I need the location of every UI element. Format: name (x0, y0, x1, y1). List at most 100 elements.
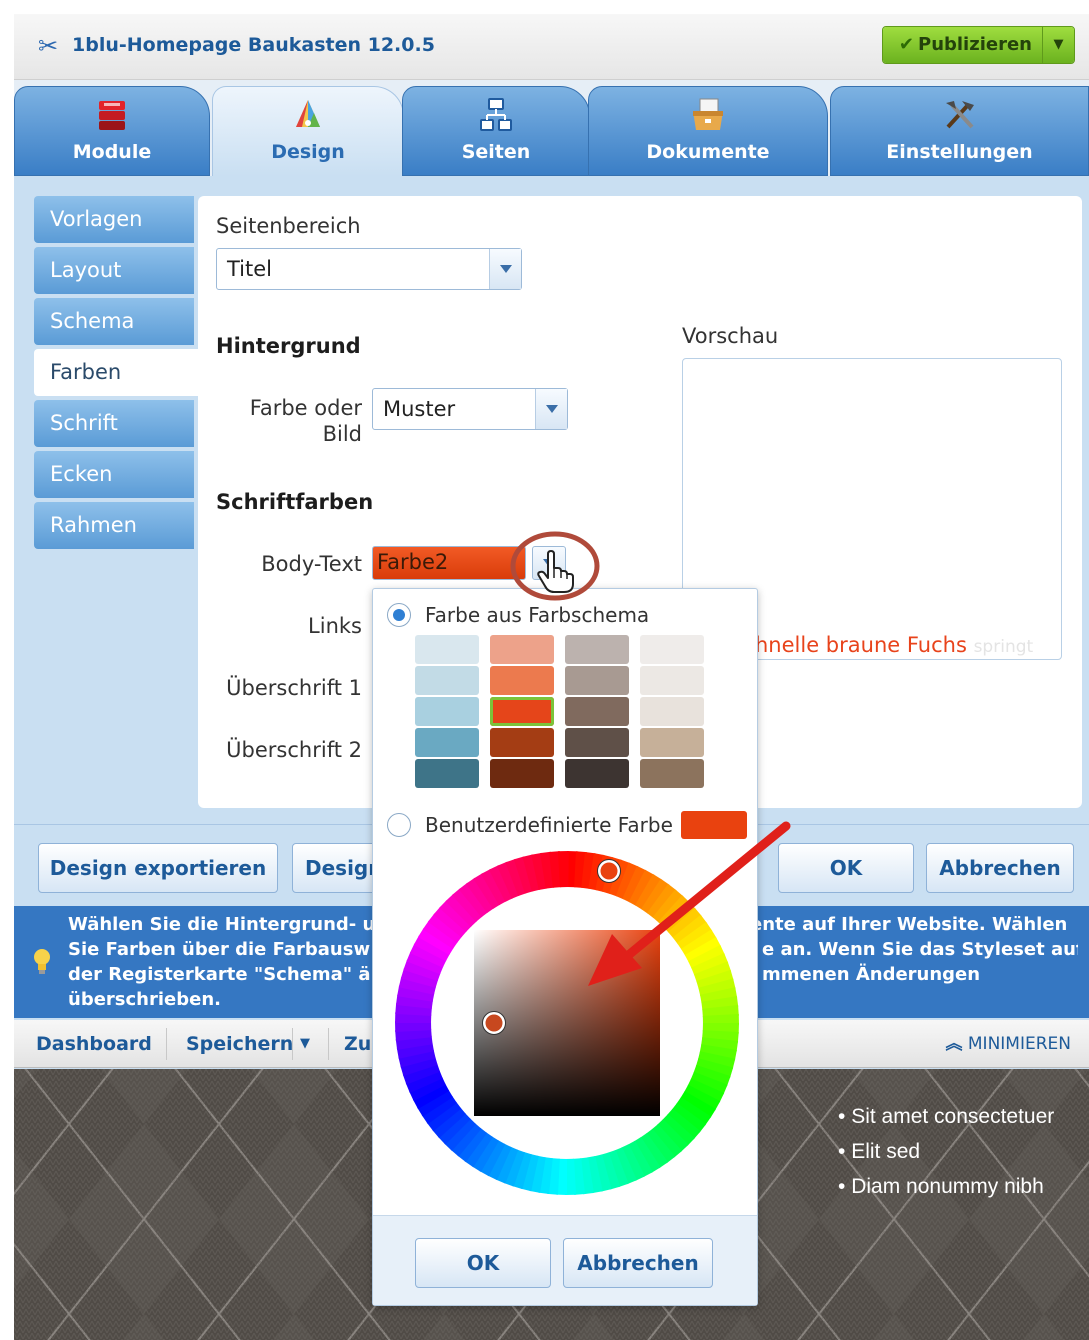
body-text-label: Body-Text (261, 552, 362, 576)
main-tab-bar: Module Design Seiten Dokumente Einstellu… (14, 80, 1089, 176)
design-export-button[interactable]: Design exportieren (38, 843, 278, 893)
preview-text-faded: springt (973, 637, 1034, 657)
sidenav-item-ecken[interactable]: Ecken (34, 451, 194, 498)
modules-icon (99, 101, 125, 130)
seitenbereich-value: Titel (227, 257, 273, 281)
zurueck-button[interactable]: Zu (344, 1020, 371, 1068)
box-icon (693, 98, 723, 130)
color-swatch[interactable] (415, 666, 479, 695)
website-bullet-list: • Sit amet consectetuer • Elit sed • Dia… (838, 1099, 1054, 1204)
hint-line2-right: e an. Wenn Sie das Styleset auf (762, 939, 1078, 960)
scheme-color-label: Farbe aus Farbschema (425, 603, 650, 627)
ueberschrift2-label: Überschrift 2 (226, 738, 362, 762)
bullet-text: Elit sed (851, 1140, 921, 1163)
preview-text-main: hnelle braune Fuchs (755, 633, 967, 657)
publish-button[interactable]: ✔ Publizieren (882, 27, 1042, 63)
list-item: • Sit amet consectetuer (838, 1105, 1055, 1128)
body-text-color-field[interactable]: Farbe2 (372, 546, 526, 580)
tab-module[interactable]: Module (14, 86, 210, 176)
publish-button-group: ✔ Publizieren ▼ (881, 26, 1075, 64)
publish-dropdown-button[interactable]: ▼ (1042, 27, 1074, 63)
hue-segment[interactable] (558, 851, 569, 888)
custom-color-swatch[interactable] (681, 811, 747, 839)
color-swatch[interactable] (565, 728, 629, 757)
farbe-oder-label: Farbe oder (249, 396, 362, 420)
bild-label: Bild (322, 422, 362, 446)
check-icon: ✔ (898, 34, 914, 55)
color-swatch[interactable] (640, 728, 704, 757)
picker-cancel-button[interactable]: Abbrechen (563, 1238, 713, 1288)
app-title: 1blu-Homepage Baukasten 12.0.5 (72, 34, 435, 56)
hue-handle[interactable] (597, 859, 621, 883)
color-swatch[interactable] (640, 697, 704, 726)
minimize-button[interactable]: ︽ MINIMIEREN (945, 1020, 1071, 1068)
separator (328, 1028, 329, 1060)
seitenbereich-select[interactable]: Titel (216, 248, 522, 290)
tab-label: Dokumente (646, 141, 770, 163)
sidenav-item-farben[interactable]: Farben (34, 349, 198, 396)
color-swatch[interactable] (415, 635, 479, 664)
tab-design[interactable]: Design (212, 86, 404, 176)
custom-color-label: Benutzerdefinierte Farbe (425, 813, 673, 837)
chevron-down-icon[interactable] (489, 249, 521, 289)
color-swatch[interactable] (415, 728, 479, 757)
tab-label: Einstellungen (886, 141, 1033, 163)
color-wheel[interactable] (395, 851, 739, 1195)
color-swatch[interactable] (565, 666, 629, 695)
sidenav-item-layout[interactable]: Layout (34, 247, 194, 294)
hint-line2-left: Sie Farben über die Farbausw (68, 939, 371, 960)
color-swatch[interactable] (640, 635, 704, 664)
color-swatch[interactable] (640, 759, 704, 788)
dashboard-link[interactable]: Dashboard (36, 1020, 152, 1068)
cancel-button[interactable]: Abbrechen (926, 843, 1074, 893)
bullet-text: Sit amet consectetuer (851, 1105, 1055, 1128)
links-label: Links (308, 614, 362, 638)
double-chevron-up-icon: ︽ (945, 1034, 963, 1054)
hand-cursor-icon (537, 550, 574, 593)
publish-label: Publizieren (918, 34, 1032, 55)
sidenav-item-schema[interactable]: Schema (34, 298, 194, 345)
list-item: • Diam nonummy nibh (838, 1175, 1044, 1198)
speichern-button[interactable]: Speichern (186, 1020, 293, 1068)
saturation-handle[interactable] (482, 1011, 506, 1035)
tab-einstellungen[interactable]: Einstellungen (830, 86, 1089, 176)
tools-icon: ✂ (38, 32, 59, 60)
chevron-down-icon[interactable]: ▼ (300, 1020, 310, 1068)
sidenav-item-schrift[interactable]: Schrift (34, 400, 194, 447)
color-swatch[interactable] (565, 635, 629, 664)
color-swatch[interactable] (415, 759, 479, 788)
picker-ok-button[interactable]: OK (415, 1238, 551, 1288)
color-swatch[interactable] (565, 759, 629, 788)
hint-line4: überschrieben. (68, 989, 221, 1010)
tab-label: Design (271, 141, 345, 163)
color-swatch[interactable] (415, 697, 479, 726)
color-swatch[interactable] (490, 635, 554, 664)
chevron-down-icon: ▼ (1053, 37, 1064, 52)
hint-line3-left: der Registerkarte "Schema" ä (68, 964, 371, 985)
sidenav-item-vorlagen[interactable]: Vorlagen (34, 196, 194, 243)
color-swatch[interactable] (490, 759, 554, 788)
color-swatch[interactable] (490, 728, 554, 757)
tools-icon (945, 101, 974, 129)
sidenav-item-rahmen[interactable]: Rahmen (34, 502, 194, 549)
hint-line1-right: ente auf Ihrer Website. Wählen (750, 914, 1068, 935)
tab-label: Module (72, 141, 152, 163)
sitemap-icon (480, 98, 512, 131)
color-swatch[interactable] (490, 697, 554, 726)
seitenbereich-label: Seitenbereich (216, 214, 361, 238)
hintergrund-heading: Hintergrund (216, 334, 361, 358)
color-swatch[interactable] (565, 697, 629, 726)
chevron-down-icon[interactable] (535, 389, 567, 429)
color-swatch[interactable] (640, 666, 704, 695)
custom-color-radio[interactable] (387, 813, 411, 837)
color-swatch[interactable] (490, 666, 554, 695)
tab-seiten[interactable]: Seiten (402, 86, 590, 176)
color-picker-popup: Farbe aus Farbschema Benutzerdefinierte … (372, 588, 758, 1306)
ok-button[interactable]: OK (778, 843, 914, 893)
preview-text: hnelle braune Fuchs springt (755, 633, 1033, 657)
side-nav: Vorlagen Layout Schema Farben Schrift Ec… (34, 196, 198, 553)
tab-dokumente[interactable]: Dokumente (588, 86, 828, 176)
farbe-oder-bild-select[interactable]: Muster (372, 388, 568, 430)
picker-footer: OK Abbrechen (373, 1215, 757, 1305)
scheme-color-radio[interactable] (387, 603, 411, 627)
